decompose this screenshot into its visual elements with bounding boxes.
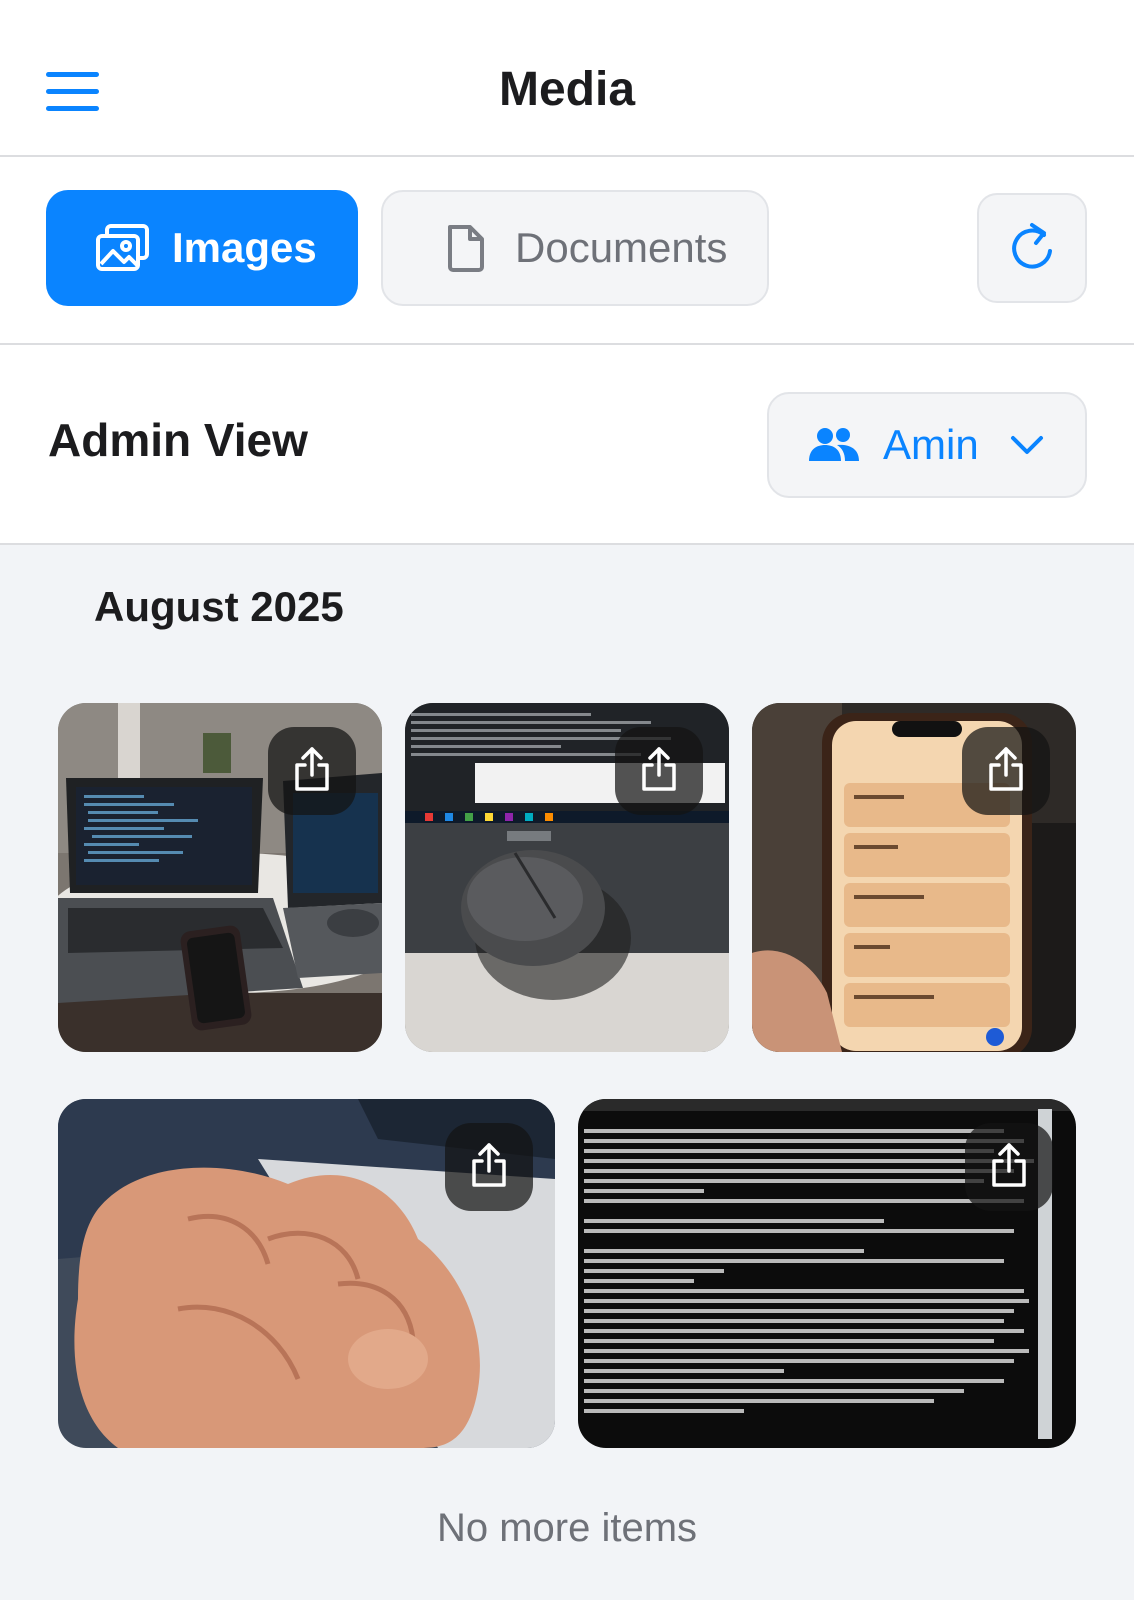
share-button[interactable] [615,727,703,815]
image-icon [94,223,152,273]
share-icon [988,1141,1030,1194]
user-select-dropdown[interactable]: Amin [767,392,1087,498]
media-thumbnail[interactable] [58,703,382,1052]
users-icon [807,425,861,465]
media-thumbnail[interactable] [405,703,729,1052]
media-thumbnail[interactable] [752,703,1076,1052]
media-thumbnail[interactable] [578,1099,1076,1448]
share-button[interactable] [268,727,356,815]
month-header: August 2025 [94,583,344,630]
media-type-tabs: Images Documents [0,157,1134,345]
share-button[interactable] [962,727,1050,815]
end-of-list-text: No more items [436,1506,698,1550]
refresh-button[interactable] [977,193,1087,303]
tab-images-label: Images [172,224,317,271]
document-icon [437,223,495,273]
share-button[interactable] [965,1123,1053,1211]
share-icon [638,745,680,798]
share-icon [468,1141,510,1194]
tab-documents-label: Documents [515,224,728,271]
page-title: Media [498,63,636,116]
share-button[interactable] [445,1123,533,1211]
admin-view-title: Admin View [48,414,308,466]
app-header: Media [0,0,1134,157]
share-icon [291,745,333,798]
refresh-icon [1008,221,1056,276]
chevron-down-icon [1009,433,1045,457]
tab-images[interactable]: Images [46,190,358,306]
media-thumbnail[interactable] [58,1099,555,1448]
share-icon [985,745,1027,798]
user-select-value: Amin [883,421,979,468]
admin-bar: Admin View Amin [0,345,1134,545]
tab-documents[interactable]: Documents [381,190,769,306]
